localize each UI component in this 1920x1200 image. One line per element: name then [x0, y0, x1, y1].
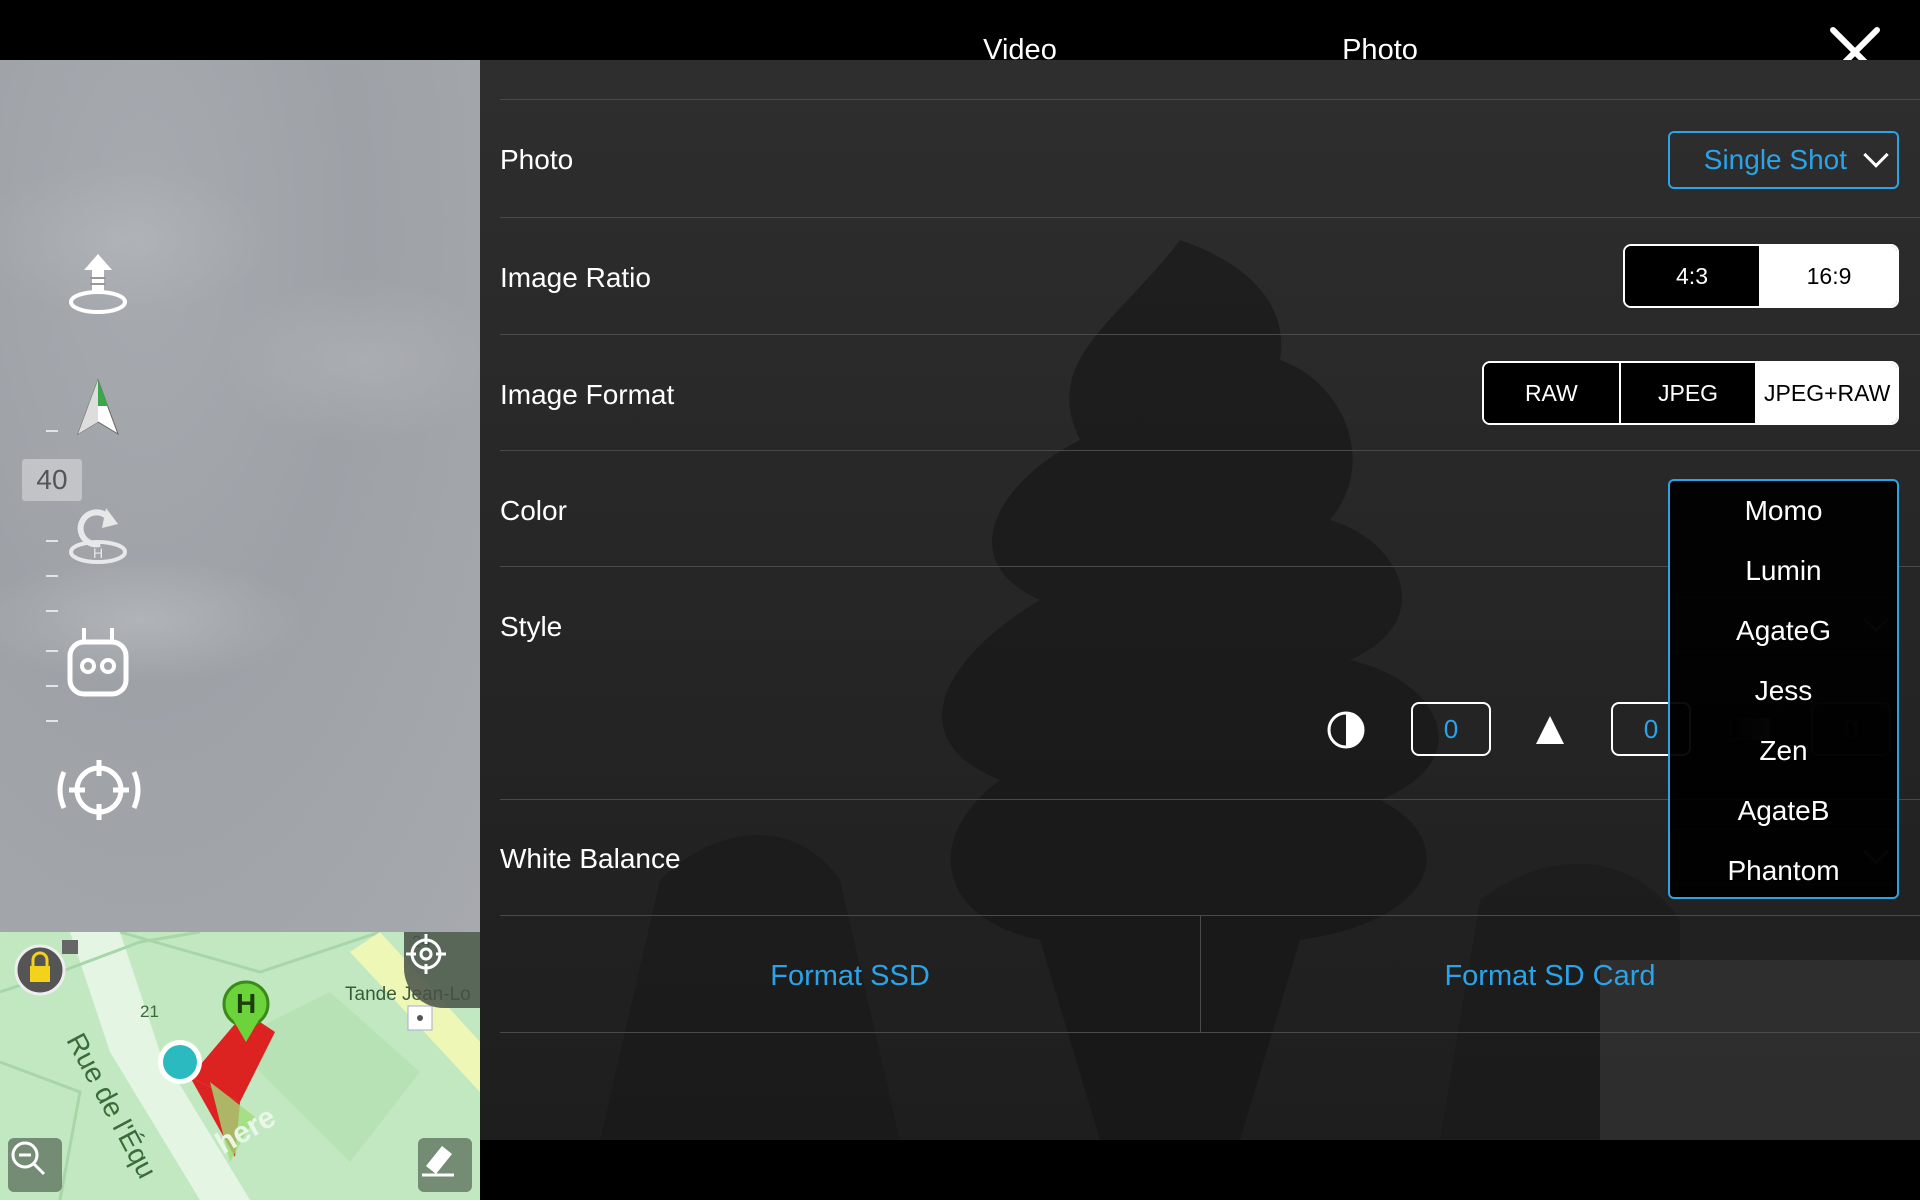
contrast-icon: [1534, 712, 1566, 748]
color-option-lumin[interactable]: Lumin: [1670, 541, 1897, 601]
photo-mode-label: Photo: [500, 144, 574, 175]
color-option-agateb[interactable]: AgateB: [1670, 781, 1897, 841]
color-option-phantom[interactable]: Phantom: [1670, 841, 1897, 901]
image-ratio-label: Image Ratio: [500, 262, 651, 293]
color-option-momo[interactable]: Momo: [1670, 481, 1897, 541]
image-ratio-selector: 4:3 16:9: [1623, 244, 1899, 308]
row-divider: [500, 99, 1920, 100]
format-ssd-button[interactable]: Format SSD: [500, 960, 1200, 993]
row-divider: [500, 450, 1920, 451]
color-option-agateg[interactable]: AgateG: [1670, 601, 1897, 661]
zoom-out-icon: [11, 1141, 46, 1176]
format-option-jpeg[interactable]: JPEG: [1620, 363, 1758, 423]
home-point-marker: H: [236, 988, 257, 1019]
recenter-map-button[interactable]: [404, 932, 480, 1008]
chevron-down-icon: [1863, 142, 1889, 168]
style-label: Style: [500, 611, 563, 642]
ratio-option-16-9[interactable]: 16:9: [1761, 246, 1897, 306]
photo-mode-value: Single Shot: [1703, 144, 1847, 175]
sharpness-icon: [1326, 710, 1366, 750]
format-option-jpeg-raw[interactable]: JPEG+RAW: [1757, 363, 1897, 423]
row-divider: [500, 1032, 1920, 1033]
row-divider: [500, 915, 1920, 916]
row-divider: [500, 334, 1920, 335]
color-dropdown-menu: Momo Lumin AgateG Jess Zen AgateB Phanto…: [1668, 479, 1899, 899]
bottom-bar: [480, 1140, 1920, 1200]
image-format-selector: RAW JPEG JPEG+RAW: [1482, 361, 1899, 425]
ratio-option-4-3[interactable]: 4:3: [1625, 246, 1762, 306]
zoom-out-button[interactable]: [8, 1138, 62, 1192]
color-option-zen[interactable]: Zen: [1670, 721, 1897, 781]
takeoff-icon[interactable]: [60, 248, 136, 324]
color-label: Color: [500, 495, 567, 526]
photo-mode-dropdown[interactable]: Single Shot: [1668, 131, 1899, 189]
eraser-icon: [422, 1146, 454, 1177]
clear-path-button[interactable]: [418, 1138, 472, 1192]
crosshair-icon: [406, 934, 446, 974]
row-divider: [500, 217, 1920, 218]
return-home-icon[interactable]: H: [60, 498, 136, 574]
format-option-raw[interactable]: RAW: [1484, 363, 1621, 423]
svg-text:H: H: [93, 545, 103, 561]
remote-controller-icon[interactable]: [60, 624, 136, 700]
target-focus-icon[interactable]: [54, 752, 144, 828]
map-number: 21: [140, 1002, 159, 1021]
sharpness-value-input[interactable]: 0: [1411, 702, 1491, 756]
white-balance-label: White Balance: [500, 843, 681, 874]
altitude-readout: 40: [22, 459, 82, 501]
color-option-jess[interactable]: Jess: [1670, 661, 1897, 721]
mini-map[interactable]: 21 24 Tande Jean-Lo Rue de l'Équ here H: [0, 932, 480, 1200]
image-format-label: Image Format: [500, 379, 675, 410]
format-sd-card-button[interactable]: Format SD Card: [1200, 960, 1900, 993]
navigation-arrow-icon[interactable]: [60, 372, 136, 448]
